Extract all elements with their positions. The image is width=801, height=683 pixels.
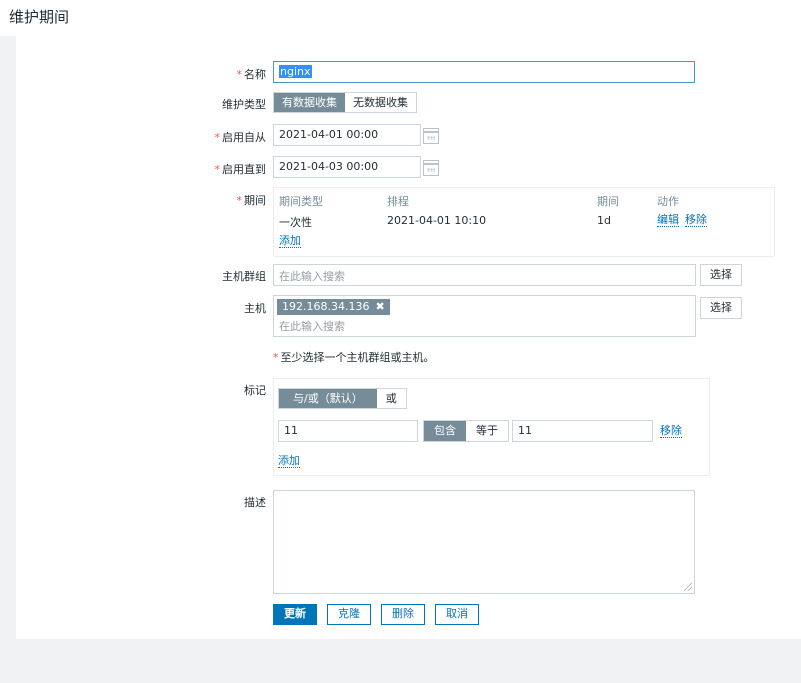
period-row-schedule: 2021-04-01 10:10: [387, 214, 487, 227]
host-chip: 192.168.34.136 ✖: [277, 299, 390, 315]
tag-operator-toggle: 包含 等于: [423, 420, 509, 442]
no-data-collection-option[interactable]: 无数据收集: [345, 93, 416, 112]
and-or-option[interactable]: 与/或（默认）: [279, 389, 377, 408]
delete-button[interactable]: 删除: [381, 604, 425, 625]
tags-label: 标记: [244, 384, 266, 397]
host-groups-select-button[interactable]: 选择: [700, 264, 742, 286]
hosts-label: 主机: [244, 302, 266, 315]
with-data-collection-option[interactable]: 有数据收集: [274, 93, 345, 112]
active-till-input[interactable]: 2021-04-03 00:00: [273, 156, 421, 178]
maintenance-type-toggle: 有数据收集 无数据收集: [273, 92, 417, 113]
period-remove-link[interactable]: 移除: [685, 214, 707, 227]
period-row-type: 一次性: [279, 216, 312, 229]
periods-header-period: 期间: [597, 195, 619, 208]
or-option[interactable]: 或: [377, 389, 406, 408]
clone-button[interactable]: 克隆: [327, 604, 371, 625]
period-edit-link[interactable]: 编辑: [657, 214, 679, 227]
maintenance-type-label: 维护类型: [222, 98, 266, 111]
tag-remove-link[interactable]: 移除: [660, 425, 682, 438]
name-input[interactable]: nginx: [273, 61, 695, 83]
calendar-icon[interactable]: [423, 128, 439, 144]
name-label: * 名称: [236, 68, 267, 81]
update-button[interactable]: 更新: [273, 604, 317, 625]
description-textarea[interactable]: [273, 490, 695, 594]
tag-add-link[interactable]: 添加: [278, 455, 300, 468]
page-header: 维护期间: [0, 0, 801, 36]
period-add-link[interactable]: 添加: [279, 235, 301, 248]
calendar-icon[interactable]: [423, 160, 439, 176]
page-title: 维护期间: [9, 8, 70, 26]
hosts-select-button[interactable]: 选择: [700, 297, 742, 319]
periods-header-action: 动作: [657, 195, 679, 208]
tags-box: 与/或（默认） 或 11 包含 等于 11 移除 添加: [273, 378, 710, 476]
active-since-label: * 启用自从: [214, 131, 267, 144]
maintenance-form: * 名称 nginx 维护类型 有数据收集 无数据收集 * 启用自从 2021-04…: [16, 36, 801, 639]
equals-option[interactable]: 等于: [466, 421, 508, 441]
description-label: 描述: [244, 496, 266, 509]
contains-option[interactable]: 包含: [424, 421, 466, 441]
hosts-input[interactable]: 192.168.34.136 ✖ 在此输入搜索: [273, 295, 696, 337]
remove-chip-icon[interactable]: ✖: [375, 300, 384, 313]
periods-label: * 期间: [236, 194, 267, 207]
tag-value-input[interactable]: 11: [512, 420, 653, 442]
periods-table: 期间类型 排程 期间 动作 一次性 2021-04-01 10:10 1d 编辑…: [273, 187, 775, 257]
cancel-button[interactable]: 取消: [435, 604, 479, 625]
host-groups-placeholder: 在此输入搜索: [279, 270, 345, 283]
tag-name-input[interactable]: 11: [278, 420, 418, 442]
name-value: nginx: [279, 65, 312, 78]
resize-handle-icon[interactable]: [684, 583, 692, 591]
selection-hint: * 至少选择一个主机群组或主机。: [273, 351, 435, 364]
active-since-input[interactable]: 2021-04-01 00:00: [273, 124, 421, 146]
active-till-label: * 启用直到: [214, 163, 267, 176]
period-row-period: 1d: [597, 214, 611, 227]
host-groups-label: 主机群组: [222, 270, 266, 283]
hosts-placeholder: 在此输入搜索: [279, 320, 345, 333]
periods-header-schedule: 排程: [387, 195, 409, 208]
tags-eval-toggle: 与/或（默认） 或: [278, 388, 407, 409]
periods-header-type: 期间类型: [279, 195, 323, 208]
host-groups-input[interactable]: 在此输入搜索: [273, 264, 696, 286]
